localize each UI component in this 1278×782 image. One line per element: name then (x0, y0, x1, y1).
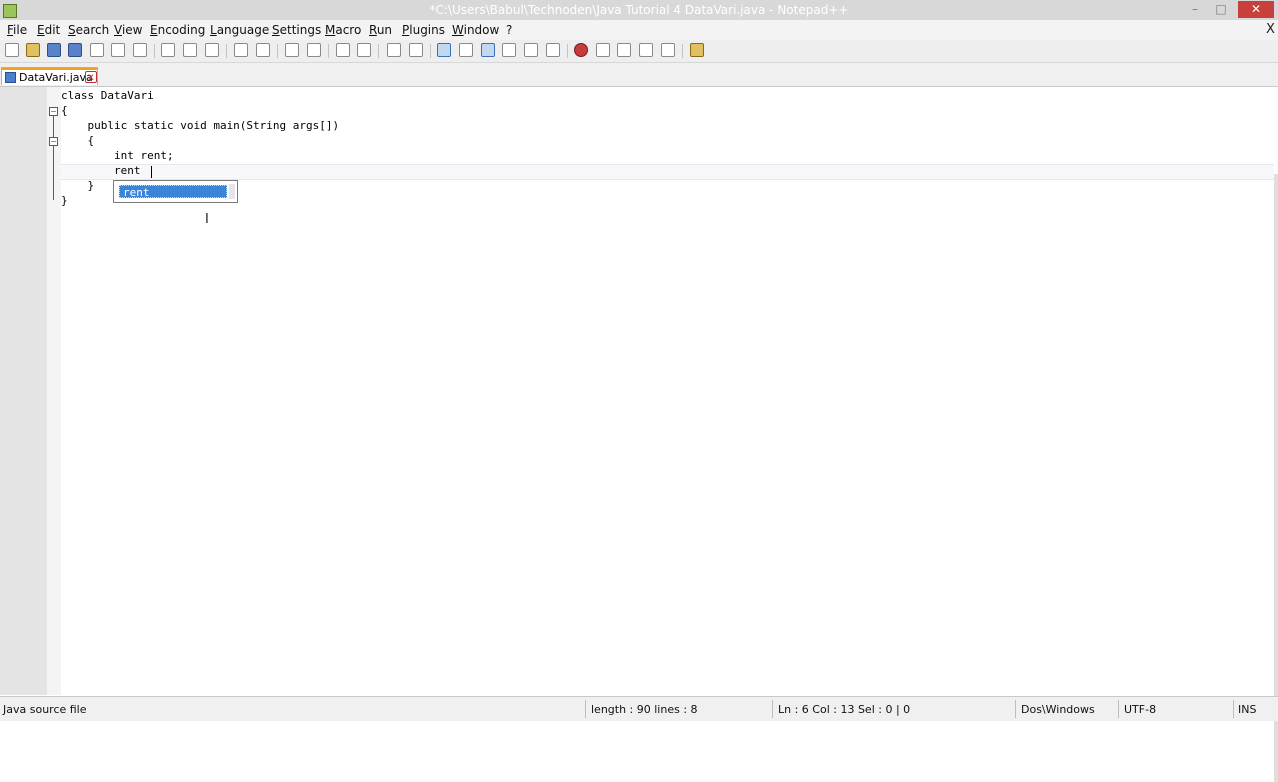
status-encoding: UTF-8 (1124, 703, 1157, 716)
status-separator (1118, 700, 1119, 718)
code-line-8[interactable]: } (61, 193, 68, 208)
function-list-icon[interactable] (546, 43, 560, 57)
status-separator (1015, 700, 1016, 718)
stop-recording-icon[interactable] (596, 43, 610, 57)
toolbar-separator (328, 44, 329, 58)
tab-bar: DataVari.java x (0, 63, 1278, 87)
close-document-icon[interactable]: X (1266, 22, 1275, 37)
tab-label: DataVari.java (19, 71, 93, 84)
vertical-scrollbar[interactable] (1274, 174, 1278, 782)
minimize-button[interactable]: – (1183, 1, 1207, 18)
toolbar (0, 40, 1278, 63)
status-file-type: Java source file (3, 703, 87, 716)
status-insert-mode: INS (1238, 703, 1257, 716)
menu-edit[interactable]: Edit (37, 23, 60, 37)
menu-macro[interactable]: Macro (325, 23, 361, 37)
window-title: *C:\Users\Babul\Technoden\Java Tutorial … (429, 3, 849, 17)
menu-search[interactable]: Search (68, 23, 109, 37)
undo-icon[interactable] (234, 43, 248, 57)
toolbar-separator (154, 44, 155, 58)
toolbar-separator (226, 44, 227, 58)
code-line-4[interactable]: { (61, 133, 94, 148)
status-separator (1233, 700, 1234, 718)
fold-toggle-icon[interactable]: − (49, 137, 58, 146)
fold-line (53, 146, 54, 200)
plugin-folder-icon[interactable] (690, 43, 704, 57)
toolbar-separator (378, 44, 379, 58)
menu-encoding[interactable]: Encoding (150, 23, 205, 37)
save-macro-icon[interactable] (661, 43, 675, 57)
replace-icon[interactable] (307, 43, 321, 57)
toolbar-separator (430, 44, 431, 58)
menu-bar: File Edit Search View Encoding Language … (0, 20, 1278, 40)
tab-datavari-java[interactable]: DataVari.java x (1, 67, 98, 85)
print-icon[interactable] (133, 43, 147, 57)
status-length-lines: length : 90 lines : 8 (591, 703, 698, 716)
text-cursor-icon: I (205, 212, 209, 227)
code-line-7[interactable]: } (61, 178, 94, 193)
menu-file[interactable]: File (7, 23, 27, 37)
code-line-3[interactable]: public static void main(String args[]) (61, 118, 339, 133)
menu-plugins[interactable]: Plugins (402, 23, 445, 37)
zoom-out-icon[interactable] (357, 43, 371, 57)
toolbar-separator (682, 44, 683, 58)
title-bar: *C:\Users\Babul\Technoden\Java Tutorial … (0, 0, 1278, 20)
toolbar-separator (567, 44, 568, 58)
save-icon[interactable] (47, 43, 61, 57)
menu-settings[interactable]: Settings (272, 23, 321, 37)
playback-macro-icon[interactable] (617, 43, 631, 57)
sync-horizontal-icon[interactable] (409, 43, 423, 57)
current-line-highlight (61, 164, 1274, 180)
document-map-icon[interactable] (524, 43, 538, 57)
close-all-icon[interactable] (111, 43, 125, 57)
find-icon[interactable] (285, 43, 299, 57)
show-all-characters-icon[interactable] (459, 43, 473, 57)
toolbar-separator (277, 44, 278, 58)
status-bar: Java source file length : 90 lines : 8 L… (0, 696, 1278, 721)
menu-window[interactable]: Window (452, 23, 499, 37)
user-language-icon[interactable] (502, 43, 516, 57)
line-number-margin (0, 87, 48, 695)
word-wrap-icon[interactable] (437, 43, 451, 57)
fold-line (53, 116, 54, 137)
maximize-button[interactable]: □ (1209, 1, 1233, 18)
autocomplete-item-selected[interactable]: rent (119, 185, 227, 199)
active-tab-indicator (2, 68, 97, 70)
indent-guide-icon[interactable] (481, 43, 495, 57)
paste-icon[interactable] (205, 43, 219, 57)
editor-area[interactable]: − − class DataVari { public static void … (0, 87, 1278, 782)
copy-icon[interactable] (183, 43, 197, 57)
menu-help[interactable]: ? (506, 23, 512, 37)
code-line-6[interactable]: rent (61, 163, 141, 178)
open-file-icon[interactable] (26, 43, 40, 57)
close-window-button[interactable]: ✕ (1238, 1, 1274, 18)
autocomplete-popup[interactable]: rent (113, 180, 238, 203)
unsaved-file-icon (5, 72, 16, 83)
fold-margin[interactable]: − − (47, 87, 61, 695)
redo-icon[interactable] (256, 43, 270, 57)
status-separator (585, 700, 586, 718)
code-line-5[interactable]: int rent; (61, 148, 174, 163)
status-position: Ln : 6 Col : 13 Sel : 0 | 0 (778, 703, 911, 716)
menu-language[interactable]: Language (210, 23, 269, 37)
record-macro-icon[interactable] (574, 43, 588, 57)
fold-toggle-icon[interactable]: − (49, 107, 58, 116)
status-separator (772, 700, 773, 718)
close-file-icon[interactable] (90, 43, 104, 57)
code-line-2[interactable]: { (61, 103, 68, 118)
menu-view[interactable]: View (114, 23, 142, 37)
autocomplete-scrollbar[interactable] (229, 184, 235, 199)
new-file-icon[interactable] (5, 43, 19, 57)
save-all-icon[interactable] (68, 43, 82, 57)
text-caret (151, 166, 152, 178)
run-macro-multiple-icon[interactable] (639, 43, 653, 57)
code-line-1[interactable]: class DataVari (61, 88, 154, 103)
tab-close-icon[interactable]: x (85, 71, 97, 83)
zoom-in-icon[interactable] (336, 43, 350, 57)
menu-run[interactable]: Run (369, 23, 392, 37)
status-eol-format: Dos\Windows (1021, 703, 1095, 716)
sync-vertical-icon[interactable] (387, 43, 401, 57)
cut-icon[interactable] (161, 43, 175, 57)
